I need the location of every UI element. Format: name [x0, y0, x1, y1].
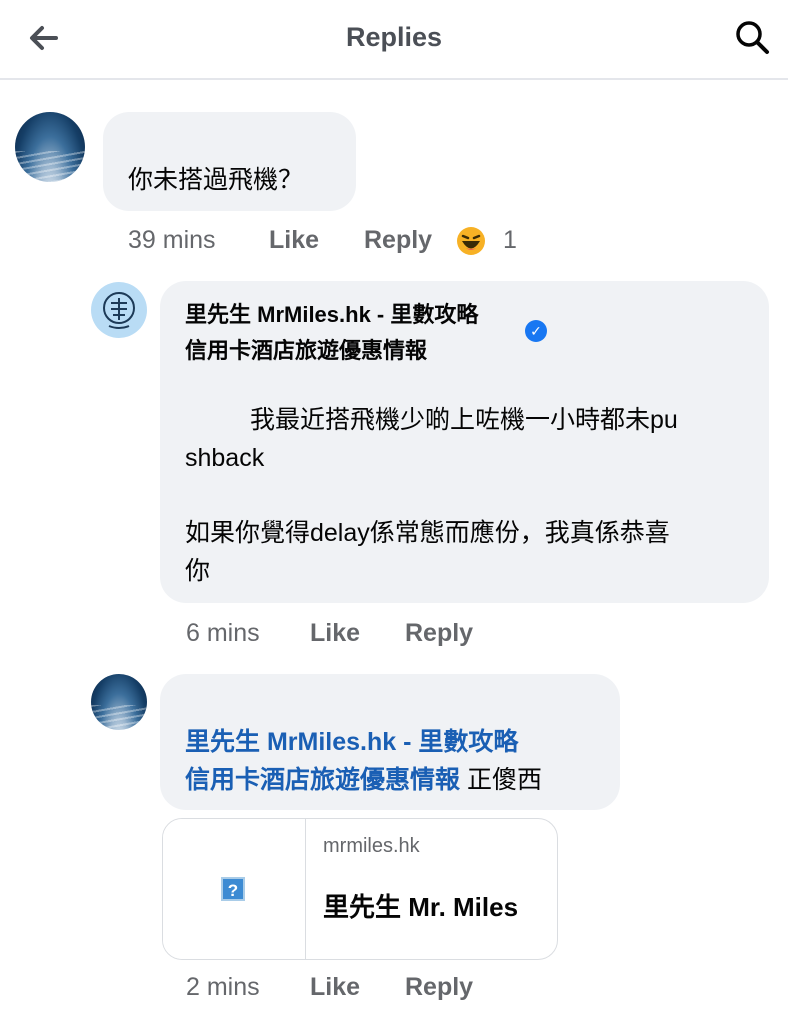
- like-button[interactable]: Like: [310, 973, 360, 1002]
- comment-text-line1: 我最近搭飛機少啲上咗機一小時都未pu: [250, 406, 678, 434]
- comment-bubble[interactable]: 你未搭過飛機？: [103, 112, 356, 211]
- like-button[interactable]: Like: [269, 226, 319, 255]
- comment-bubble[interactable]: 里先生 MrMiles.hk - 里數攻略 信用卡酒店旅遊優惠情報 正傻西: [160, 674, 620, 810]
- comment-text-line2: shback: [185, 444, 265, 472]
- mrmiles-logo-icon: [103, 292, 135, 329]
- comment-text-line3: 如果你覺得delay係常態而應份，我真係恭喜: [185, 519, 670, 547]
- link-preview-card[interactable]: ? mrmiles.hk 里先生 Mr. Miles: [162, 818, 558, 960]
- verified-badge-icon: ✓: [525, 320, 547, 342]
- avatar[interactable]: [91, 674, 147, 730]
- reply-button[interactable]: Reply: [405, 619, 473, 648]
- comment-text-line2: 信用卡酒店旅遊優惠情報 正傻西: [185, 761, 542, 799]
- comment-actions: 2 mins Like Reply: [0, 973, 788, 1007]
- reaction-count: 1: [503, 226, 517, 254]
- page-title: Replies: [345, 22, 443, 52]
- reply-button[interactable]: Reply: [364, 226, 432, 255]
- avatar[interactable]: [91, 282, 147, 338]
- mention-link[interactable]: 里先生 MrMiles.hk - 里數攻略: [185, 723, 518, 761]
- comment-actions: 39 mins Like Reply 1: [0, 226, 788, 260]
- haha-reaction-icon[interactable]: [456, 226, 486, 263]
- mention-link-line2[interactable]: 信用卡酒店旅遊優惠情報: [185, 766, 460, 794]
- comment-text: 正傻西: [460, 766, 542, 794]
- author-name[interactable]: 里先生 MrMiles.hk - 里數攻略: [185, 297, 478, 333]
- author-name-line2[interactable]: 信用卡酒店旅遊優惠情報: [185, 333, 427, 369]
- comment-actions: 6 mins Like Reply: [0, 619, 788, 653]
- comment-text: 你未搭過飛機？: [128, 166, 304, 194]
- reply-button[interactable]: Reply: [405, 973, 473, 1002]
- link-domain: mrmiles.hk: [323, 835, 420, 857]
- link-title: 里先生 Mr. Miles: [323, 892, 519, 922]
- broken-image-icon: ?: [221, 877, 245, 901]
- comment-text-line4: 你: [185, 557, 211, 585]
- avatar[interactable]: [15, 112, 85, 182]
- timestamp: 6 mins: [186, 619, 260, 647]
- search-icon[interactable]: [733, 18, 773, 58]
- comment-bubble[interactable]: 里先生 MrMiles.hk - 里數攻略 ✓ 信用卡酒店旅遊優惠情報 我最近搭…: [160, 281, 769, 603]
- link-thumbnail: ?: [163, 819, 306, 959]
- timestamp: 39 mins: [128, 226, 216, 254]
- top-bar: Replies: [0, 0, 788, 80]
- timestamp: 2 mins: [186, 973, 260, 1001]
- like-button[interactable]: Like: [310, 619, 360, 648]
